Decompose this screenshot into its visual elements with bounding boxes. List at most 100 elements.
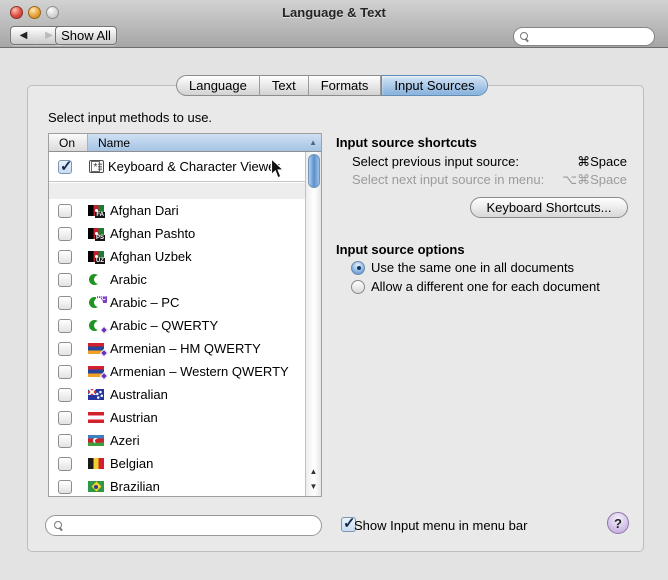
input-method-row[interactable]: Belgian [49, 452, 305, 475]
belgian-flag-icon [88, 458, 104, 469]
row-checkbox[interactable] [58, 365, 72, 379]
column-header-on[interactable]: On [49, 134, 87, 151]
tab-formats[interactable]: Formats [309, 75, 382, 96]
keyboard-shortcuts-button-label: Keyboard Shortcuts... [486, 200, 611, 215]
input-method-row[interactable]: Armenian – Western QWERTY [49, 360, 305, 383]
radio-option-same-document[interactable]: Use the same one in all documents [351, 260, 574, 275]
flag-badge [100, 372, 108, 380]
toolbar-search-input[interactable] [513, 27, 655, 46]
radio-label: Use the same one in all documents [371, 260, 574, 275]
row-checkbox[interactable] [58, 250, 72, 264]
scrollbar-thumb[interactable] [308, 154, 320, 188]
afghan-flag-icon: FA [88, 205, 104, 216]
radio-button[interactable] [351, 280, 365, 294]
input-method-row[interactable]: Azeri [49, 429, 305, 452]
row-checkbox[interactable] [58, 160, 72, 174]
input-method-label: Belgian [110, 456, 153, 471]
input-method-row-keyboard-character-viewer[interactable]: Keyboard & Character Viewer [49, 152, 305, 182]
brazilian-flag-icon [88, 481, 104, 492]
row-checkbox[interactable] [58, 204, 72, 218]
title-bar: Language & Text ◀ ▶ Show All [0, 0, 668, 48]
tab-label: Input Sources [394, 78, 474, 93]
austrian-flag-icon [88, 412, 104, 423]
input-method-row[interactable]: PCArabic – PC [49, 291, 305, 314]
afghan-flag-icon: PS [88, 228, 104, 239]
input-method-row[interactable]: Brazilian [49, 475, 305, 496]
show-all-button[interactable]: Show All [55, 26, 117, 45]
armenian-flag-icon [88, 343, 104, 354]
row-checkbox[interactable] [58, 273, 72, 287]
input-method-label: Armenian – Western QWERTY [110, 364, 289, 379]
flag-badge [100, 326, 108, 334]
tab-input-sources[interactable]: Input Sources [381, 75, 487, 96]
group-separator [49, 183, 305, 199]
input-method-label: Azeri [110, 433, 140, 448]
window-title: Language & Text [0, 5, 668, 20]
scrollbar[interactable]: ▲ ▼ [305, 152, 321, 496]
row-checkbox[interactable] [58, 319, 72, 333]
row-checkbox[interactable] [58, 434, 72, 448]
shortcut-row: Select next input source in menu: ⌥⌘Spac… [352, 172, 627, 188]
input-method-label: Brazilian [110, 479, 160, 494]
tab-label: Formats [321, 78, 369, 93]
mouse-cursor [270, 158, 285, 180]
back-arrow-icon: ◀ [20, 30, 28, 41]
australian-flag-icon [88, 389, 104, 400]
input-method-row[interactable]: Arabic – QWERTY [49, 314, 305, 337]
show-input-menu-label: Show Input menu in menu bar [354, 518, 527, 533]
input-method-label: Australian [110, 387, 168, 402]
input-method-row[interactable]: Austrian [49, 406, 305, 429]
row-checkbox[interactable] [58, 411, 72, 425]
radio-option-different-document[interactable]: Allow a different one for each document [351, 279, 600, 294]
row-checkbox[interactable] [58, 388, 72, 402]
input-method-label: Arabic – QWERTY [110, 318, 218, 333]
row-checkbox[interactable] [58, 480, 72, 494]
input-method-row[interactable]: Arabic [49, 268, 305, 291]
tab-language[interactable]: Language [176, 75, 260, 96]
keyboard-shortcuts-button[interactable]: Keyboard Shortcuts... [470, 197, 628, 218]
input-method-row[interactable]: PSAfghan Pashto [49, 222, 305, 245]
table-header: On Name ▲ [49, 134, 321, 152]
help-button[interactable]: ? [607, 512, 629, 534]
keyboard-character-viewer-icon [89, 160, 104, 173]
forward-arrow-icon: ▶ [45, 30, 53, 41]
scroll-down-icon[interactable]: ▼ [306, 479, 321, 494]
input-method-row[interactable]: Armenian – HM QWERTY [49, 337, 305, 360]
input-method-row[interactable]: Australian [49, 383, 305, 406]
row-checkbox[interactable] [58, 342, 72, 356]
shortcut-value: ⌥⌘Space [562, 172, 627, 188]
azeri-flag-icon [88, 435, 104, 446]
input-methods-list: FA Afghan Dari PSAfghan PashtoUZAfghan Uzb… [49, 199, 305, 496]
shortcut-label: Select previous input source: [352, 154, 519, 170]
tab-bar: LanguageText Formats Input Sources [176, 75, 488, 96]
tab-text[interactable]: Text [260, 75, 309, 96]
row-checkbox[interactable] [58, 296, 72, 310]
search-icon [54, 521, 62, 529]
input-method-row[interactable]: UZAfghan Uzbek [49, 245, 305, 268]
afghan-flag-icon: UZ [88, 251, 104, 262]
input-method-row[interactable]: FA Afghan Dari [49, 199, 305, 222]
input-method-label: Afghan Dari [110, 203, 179, 218]
flag-badge: PS [95, 235, 105, 241]
filter-search-input[interactable] [45, 515, 322, 536]
row-checkbox[interactable] [58, 227, 72, 241]
input-methods-table: On Name ▲ Keyboard & Character Viewer FA… [48, 133, 322, 497]
instruction-label: Select input methods to use. [48, 110, 212, 125]
column-header-name[interactable]: Name ▲ [87, 134, 321, 151]
flag-badge [100, 349, 108, 357]
scroll-up-icon[interactable]: ▲ [306, 464, 321, 479]
column-header-name-label: Name [98, 136, 130, 150]
back-button[interactable]: ◀ [10, 26, 37, 45]
row-checkbox[interactable] [58, 457, 72, 471]
crescent-flag-icon [88, 320, 104, 331]
radio-button[interactable] [351, 261, 365, 275]
flag-badge: PC [96, 295, 108, 304]
input-method-label: Austrian [110, 410, 158, 425]
crescent-flag-icon [88, 274, 104, 285]
sort-ascending-icon: ▲ [309, 138, 317, 147]
shortcut-value: ⌘Space [577, 154, 627, 170]
input-method-label: Armenian – HM QWERTY [110, 341, 261, 356]
armenian-flag-icon [88, 366, 104, 377]
shortcut-row: Select previous input source: ⌘Space [352, 154, 627, 170]
shortcuts-heading: Input source shortcuts [336, 135, 477, 150]
